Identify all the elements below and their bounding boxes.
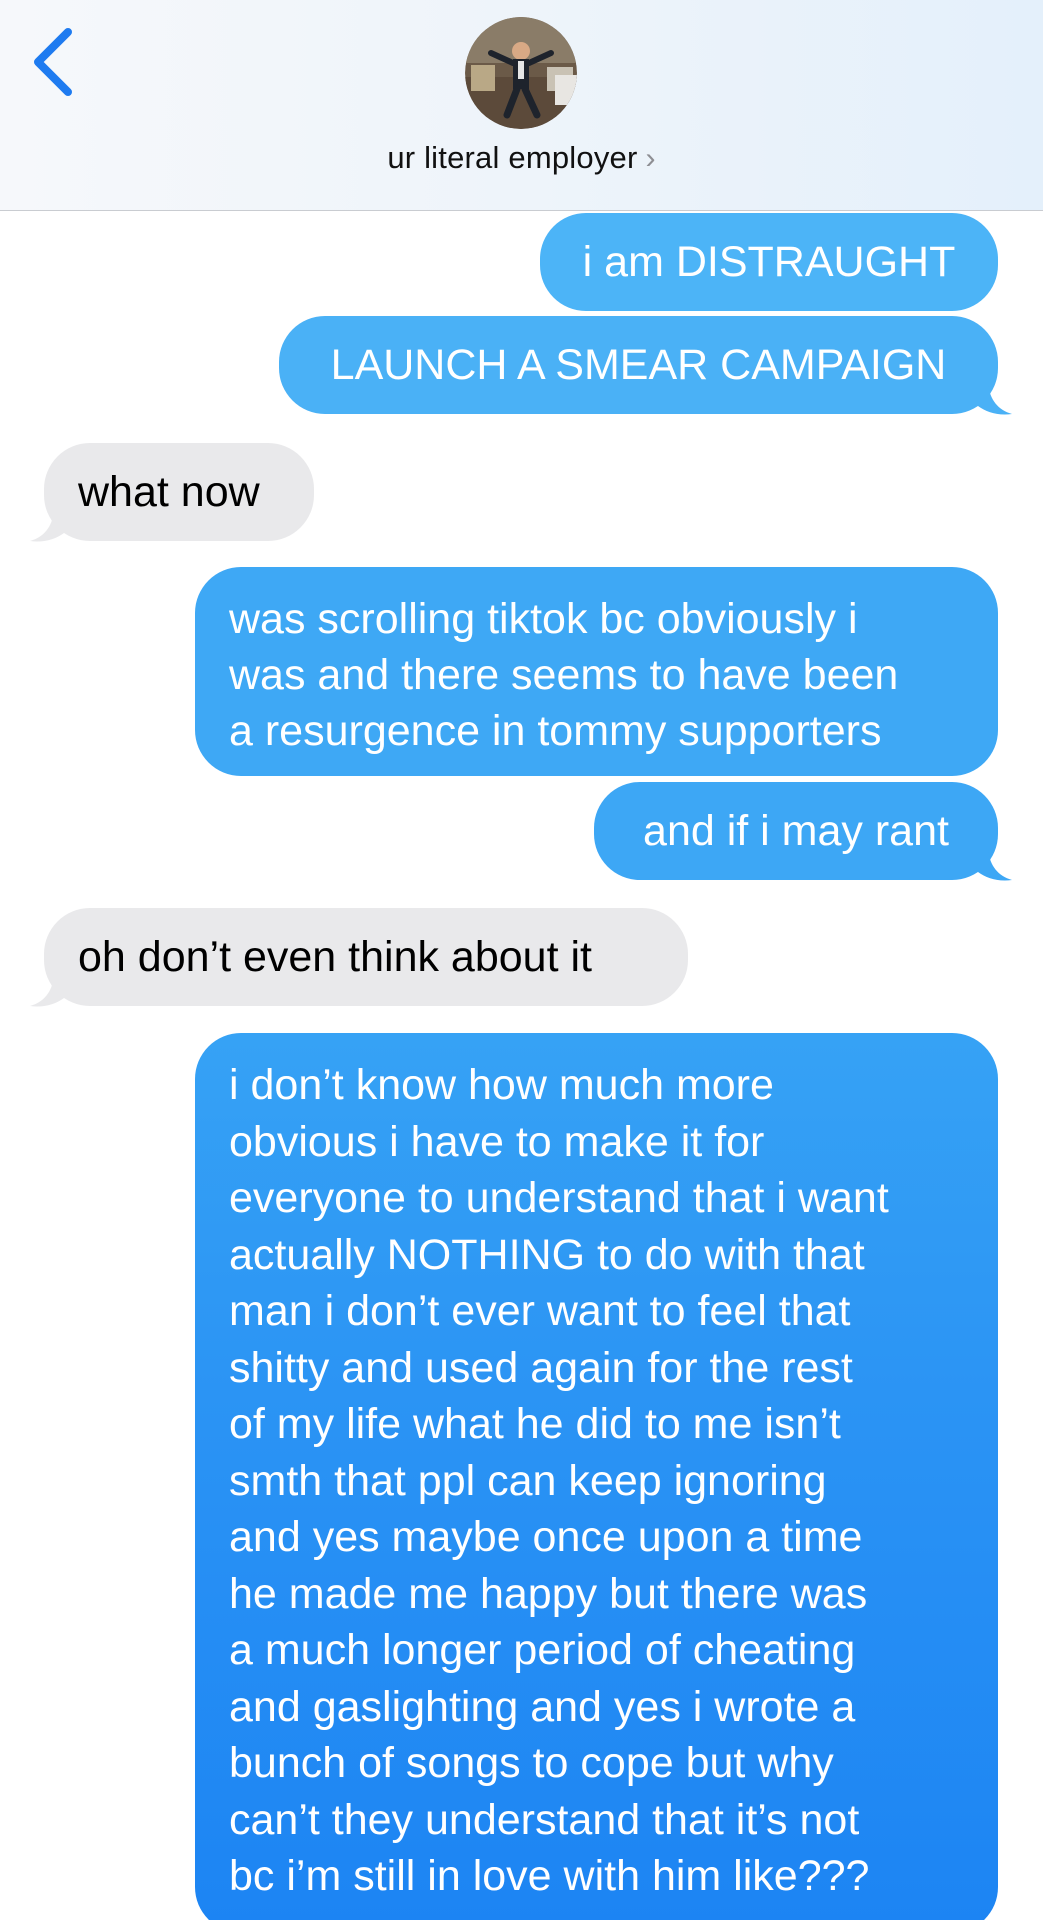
conversation-screen: ur literal employer › i am DISTRAUGHT LAU…	[0, 0, 1043, 1920]
message-line: i don’t know how much more	[229, 1061, 774, 1109]
message-line: bunch of songs to cope but why	[229, 1739, 834, 1787]
back-button[interactable]	[22, 22, 86, 102]
bubble-tail	[30, 976, 64, 1007]
message-text: and if i may rant	[643, 807, 949, 855]
contact-name-button[interactable]: ur literal employer ›	[0, 140, 1043, 176]
message-bubble-sent[interactable]: LAUNCH A SMEAR CAMPAIGN	[279, 316, 998, 414]
message-text: oh don’t even think about it	[78, 933, 592, 981]
message-text: i am DISTRAUGHT	[582, 238, 956, 286]
message-line: a much longer period of cheating	[229, 1626, 856, 1674]
message-line: was and there seems to have been	[229, 651, 899, 699]
chevron-right-icon: ›	[645, 142, 656, 175]
message-line: of my life what he did to me isn’t	[229, 1400, 841, 1448]
message-line: smth that ppl can keep ignoring	[229, 1456, 827, 1505]
message-text: LAUNCH A SMEAR CAMPAIGN	[330, 341, 947, 389]
message-line: he made me happy but there was	[229, 1569, 868, 1618]
message-line: and gaslighting and yes i wrote a	[229, 1682, 856, 1731]
bubble-tail	[30, 511, 64, 542]
message-line: everyone to understand that i want	[229, 1174, 889, 1222]
message-line: was scrolling tiktok bc obviously i	[229, 595, 858, 643]
message-bubble-sent[interactable]: was scrolling tiktok bc obviously i was …	[195, 567, 998, 776]
contact-name: ur literal employer	[387, 140, 638, 175]
message-text: what now	[78, 468, 260, 516]
conversation-header: ur literal employer ›	[0, 0, 1043, 211]
message-line: bc i’m still in love with him like???	[229, 1852, 870, 1900]
bubble-tail	[978, 850, 1012, 881]
message-line: obvious i have to make it for	[229, 1117, 765, 1166]
message-line: can’t they understand that it’s not	[229, 1795, 860, 1844]
message-bubble-received[interactable]: oh don’t even think about it	[44, 908, 688, 1006]
chevron-left-icon	[34, 28, 72, 96]
message-line: shitty and used again for the rest	[229, 1343, 853, 1392]
message-line: a resurgence in tommy supporters	[229, 707, 882, 755]
contact-avatar[interactable]	[465, 17, 577, 129]
bubble-tail	[978, 384, 1012, 415]
message-line: actually NOTHING to do with that	[229, 1230, 865, 1279]
message-bubble-received[interactable]: what now	[44, 443, 314, 541]
contact-photo	[465, 17, 577, 129]
message-bubble-sent[interactable]: i don’t know how much more obvious i hav…	[195, 1033, 998, 1920]
message-bubble-sent[interactable]: and if i may rant	[594, 782, 998, 880]
message-line: and yes maybe once upon a time	[229, 1513, 863, 1561]
message-bubble-sent[interactable]: i am DISTRAUGHT	[540, 213, 998, 311]
message-line: man i don’t ever want to feel that	[229, 1287, 851, 1335]
